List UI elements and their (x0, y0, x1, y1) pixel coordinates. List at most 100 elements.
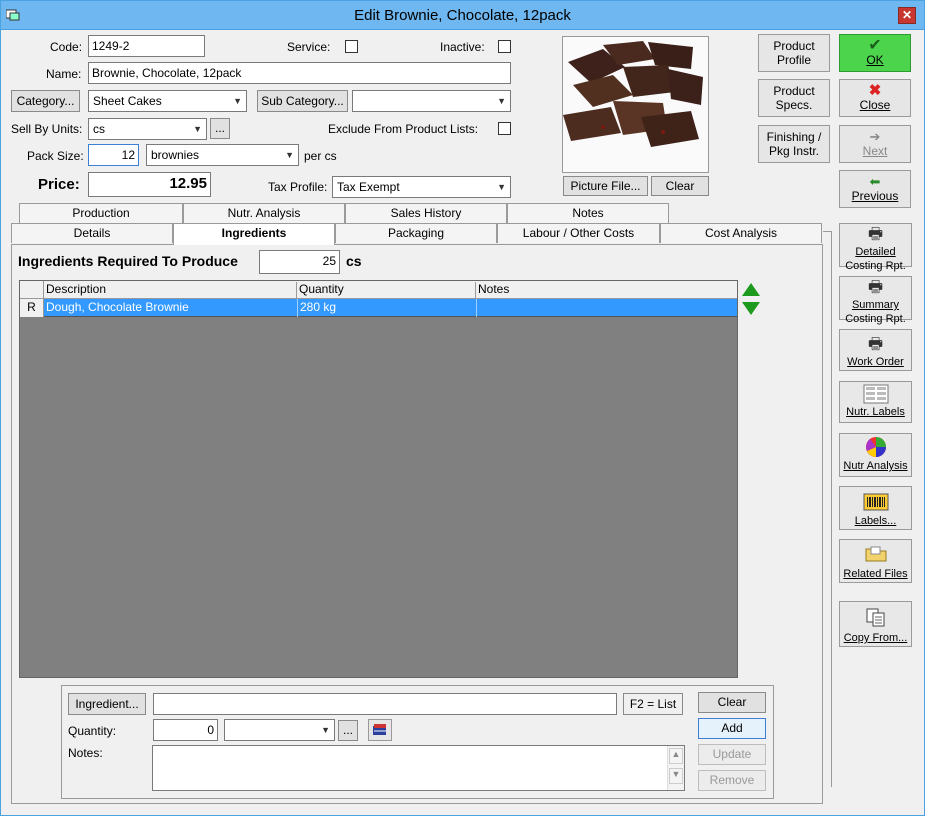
previous-button[interactable]: ⬅ Previous (839, 170, 911, 208)
window-close-button[interactable]: ✕ (898, 7, 916, 24)
price-input[interactable]: 12.95 (88, 172, 211, 197)
name-input[interactable]: Brownie, Chocolate, 12pack (88, 62, 511, 84)
produce-unit-label: cs (346, 253, 362, 269)
close-button[interactable]: ✖ Close (839, 79, 911, 117)
ingredient-input[interactable] (153, 693, 617, 715)
chevron-down-icon: ▼ (497, 182, 506, 192)
labels-button[interactable]: Labels... (839, 486, 912, 530)
subcategory-button[interactable]: Sub Category... (257, 90, 348, 112)
column-header-quantity[interactable]: Quantity (297, 282, 476, 299)
tab-packaging[interactable]: Packaging (335, 223, 497, 243)
quantity-unit-select[interactable]: ▼ (224, 719, 335, 741)
detailed-costing-report-button[interactable]: 🖶 Detailed Costing Rpt. (839, 223, 912, 272)
scroll-down-icon[interactable]: ▼ (669, 768, 683, 784)
folder-icon (840, 546, 911, 566)
pack-size-label: Pack Size: (27, 149, 84, 163)
sell-by-units-select[interactable]: cs ▼ (88, 118, 207, 140)
previous-arrow-icon: ⬅ (869, 174, 881, 189)
tab-nutr-analysis[interactable]: Nutr. Analysis (183, 203, 345, 223)
pack-unit-value: brownies (151, 148, 200, 162)
grid-header: Description Quantity Notes (20, 281, 737, 299)
chevron-down-icon: ▼ (233, 96, 242, 106)
move-down-icon[interactable] (740, 299, 762, 317)
quantity-label: Quantity: (68, 724, 117, 738)
quantity-browse-button[interactable]: ... (338, 720, 358, 741)
nutr-analysis-button[interactable]: Nutr Analysis (839, 433, 912, 477)
quantity-input[interactable]: 0 (153, 719, 218, 741)
finishing-button[interactable]: Finishing / Pkg Instr. (758, 125, 830, 163)
copy-from-label: Copy From... (843, 632, 908, 644)
next-button[interactable]: ➔ Next (839, 125, 911, 163)
previous-label: Previous (851, 189, 899, 203)
pack-size-input[interactable]: 12 (88, 144, 139, 166)
detailed-costing-line1: Detailed (855, 246, 896, 258)
tab-details[interactable]: Details (11, 223, 173, 243)
work-order-label: Work Order (847, 356, 904, 368)
category-button[interactable]: Category... (11, 90, 80, 112)
exclude-checkbox[interactable] (498, 122, 511, 135)
move-up-icon[interactable] (740, 280, 762, 298)
tab-cost-analysis[interactable]: Cost Analysis (660, 223, 822, 243)
summary-costing-report-button[interactable]: 🖶 Summary Costing Rpt. (839, 276, 912, 325)
row-description: Dough, Chocolate Brownie (46, 300, 189, 314)
add-button[interactable]: Add (698, 718, 766, 739)
ingredient-button[interactable]: Ingredient... (68, 693, 146, 715)
units-browse-button[interactable]: ... (210, 118, 230, 139)
ingredients-required-label: Ingredients Required To Produce (18, 253, 238, 269)
tax-profile-value: Tax Exempt (337, 180, 400, 194)
nutr-analysis-label: Nutr Analysis (843, 460, 908, 472)
copy-from-button[interactable]: Copy From... (839, 601, 912, 647)
notes-scrollbar[interactable]: ▲ ▼ (667, 746, 684, 790)
labels-label: Labels... (854, 515, 897, 527)
column-header-notes[interactable]: Notes (476, 282, 737, 299)
tab-ingredients[interactable]: Ingredients (173, 223, 335, 245)
editor-clear-button[interactable]: Clear (698, 692, 766, 713)
recipe-book-icon[interactable] (368, 719, 392, 741)
price-label: Price: (38, 176, 80, 193)
column-header-description[interactable]: Description (44, 282, 297, 299)
ok-label: OK (866, 53, 884, 67)
close-label: Close (859, 98, 891, 112)
ok-button[interactable]: ✔ OK (839, 34, 911, 72)
product-specs-button[interactable]: Product Specs. (758, 79, 830, 117)
sell-by-units-label: Sell By Units: (11, 122, 83, 136)
category-select[interactable]: Sheet Cakes ▼ (88, 90, 247, 112)
copy-icon (840, 608, 911, 630)
picture-clear-button[interactable]: Clear (651, 176, 709, 196)
code-input[interactable]: 1249-2 (88, 35, 205, 57)
detailed-costing-line2: Costing Rpt. (845, 260, 906, 272)
related-files-button[interactable]: Related Files (839, 539, 912, 583)
grid-corner (20, 281, 44, 299)
printer-icon: 🖶 (867, 226, 884, 243)
tab-labour-costs[interactable]: Labour / Other Costs (497, 223, 660, 243)
tab-notes[interactable]: Notes (507, 203, 669, 223)
update-button[interactable]: Update (698, 744, 766, 765)
produce-quantity-input[interactable]: 25 (259, 250, 340, 274)
remove-button[interactable]: Remove (698, 770, 766, 791)
inactive-checkbox[interactable] (498, 40, 511, 53)
scroll-up-icon[interactable]: ▲ (669, 748, 683, 764)
tax-profile-select[interactable]: Tax Exempt ▼ (332, 176, 511, 198)
service-checkbox[interactable] (345, 40, 358, 53)
window-title: Edit Brownie, Chocolate, 12pack (354, 7, 571, 24)
table-row[interactable]: R Dough, Chocolate Brownie 280 kg (20, 299, 737, 317)
per-unit-label: per cs (304, 149, 337, 163)
sell-by-units-value: cs (93, 122, 105, 136)
tab-production[interactable]: Production (19, 203, 183, 223)
tab-sales-history[interactable]: Sales History (345, 203, 507, 223)
picture-file-button[interactable]: Picture File... (563, 176, 648, 196)
pack-unit-select[interactable]: brownies ▼ (146, 144, 299, 166)
printer-icon: 🖶 (867, 336, 884, 353)
title-bar: Edit Brownie, Chocolate, 12pack ✕ (1, 1, 924, 30)
finishing-label: Finishing / Pkg Instr. (766, 130, 822, 158)
inactive-label: Inactive: (440, 40, 485, 54)
barcode-icon (840, 493, 911, 513)
checkmark-icon: ✔ (868, 37, 882, 54)
product-profile-button[interactable]: Product Profile (758, 34, 830, 72)
work-order-button[interactable]: 🖶 Work Order (839, 329, 912, 371)
subcategory-select[interactable]: ▼ (352, 90, 511, 112)
summary-costing-line1: Summary (851, 299, 900, 311)
nutr-labels-button[interactable]: Nutr. Labels (839, 381, 912, 423)
code-label: Code: (50, 40, 83, 54)
notes-textarea[interactable]: ▲ ▼ (152, 745, 685, 791)
